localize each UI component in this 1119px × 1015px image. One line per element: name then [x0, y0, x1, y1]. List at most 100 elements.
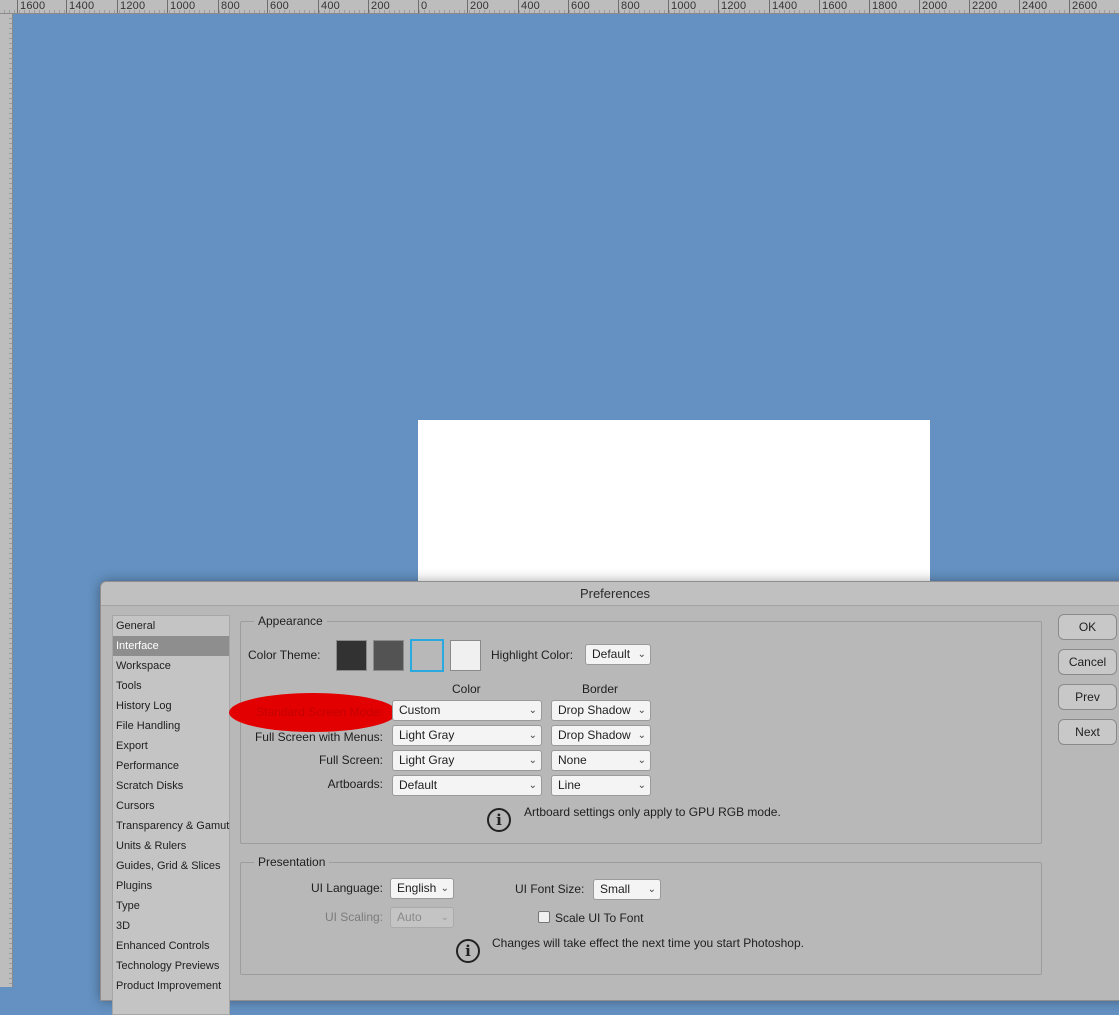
- standard-screen-mode-label: Standard Screen Mode:: [256, 705, 383, 719]
- chevron-down-icon: ⌄: [440, 912, 449, 923]
- sidebar-item-interface[interactable]: Interface: [113, 636, 229, 656]
- chevron-down-icon: ⌄: [440, 883, 449, 894]
- full-screen-with-menus-border-select[interactable]: Drop Shadow ⌄: [551, 725, 651, 746]
- ruler-tick-label: 2000: [919, 0, 947, 13]
- standard-screen-mode-border-value: Drop Shadow: [558, 703, 631, 717]
- sidebar-item-units-rulers[interactable]: Units & Rulers: [113, 836, 229, 856]
- scale-ui-to-font-label: Scale UI To Font: [555, 911, 644, 925]
- ruler-tick-label: 2400: [1019, 0, 1047, 13]
- standard-screen-mode-color-value: Custom: [399, 703, 441, 717]
- artboards-label: Artboards:: [327, 777, 383, 791]
- full-screen-label: Full Screen:: [318, 753, 383, 767]
- ruler-tick-label: 400: [518, 0, 540, 13]
- sidebar-item-enhanced-controls[interactable]: Enhanced Controls: [113, 936, 229, 956]
- chevron-down-icon: ⌄: [637, 730, 646, 741]
- ruler-tick-label: 1200: [718, 0, 746, 13]
- ruler-tick-label: 800: [618, 0, 640, 13]
- sidebar-item-product-improvement[interactable]: Product Improvement: [113, 976, 229, 996]
- standard-screen-mode-color-select[interactable]: Custom ⌄: [392, 700, 542, 721]
- chevron-down-icon: ⌄: [528, 730, 537, 741]
- ruler-tick-label: 1800: [869, 0, 897, 13]
- preferences-sidebar: General Interface Workspace Tools History Lo…: [112, 615, 230, 1015]
- sidebar-item-cursors[interactable]: Cursors: [113, 796, 229, 816]
- presentation-group-title: Presentation: [254, 855, 330, 869]
- artboards-color-select[interactable]: Default ⌄: [392, 775, 542, 796]
- ui-language-value: English: [397, 881, 437, 895]
- full-screen-border-select[interactable]: None ⌄: [551, 750, 651, 771]
- theme-swatch-dark[interactable]: [373, 640, 404, 671]
- artboards-color-value: Default: [399, 778, 438, 792]
- sidebar-item-scratch-disks[interactable]: Scratch Disks: [113, 776, 229, 796]
- info-icon: i: [456, 939, 480, 963]
- ruler-tick-label: 600: [568, 0, 590, 13]
- ruler-tick-label: 0: [418, 0, 427, 13]
- ui-language-select[interactable]: English ⌄: [390, 878, 454, 899]
- ruler-tick-label: 800: [218, 0, 240, 13]
- ruler-tick-label: 1400: [769, 0, 797, 13]
- full-screen-color-value: Light Gray: [399, 753, 455, 767]
- ruler-tick-label: 1000: [668, 0, 696, 13]
- vertical-ruler: [0, 14, 13, 987]
- artboard-note: Artboard settings only apply to GPU RGB …: [524, 805, 781, 819]
- sidebar-item-plugins[interactable]: Plugins: [113, 876, 229, 896]
- full-screen-border-value: None: [558, 753, 587, 767]
- artboards-border-select[interactable]: Line ⌄: [551, 775, 651, 796]
- full-screen-with-menus-label: Full Screen with Menus:: [254, 730, 383, 744]
- ui-font-size-value: Small: [600, 882, 631, 896]
- horizontal-ruler: 1600 1400 1200 1000 800 600 400 200 0 200 400 600 80…: [0, 0, 1119, 14]
- chevron-down-icon: ⌄: [637, 705, 646, 716]
- theme-swatch-medium[interactable]: [410, 639, 444, 672]
- sidebar-item-technology-previews[interactable]: Technology Previews: [113, 956, 229, 976]
- full-screen-color-select[interactable]: Light Gray ⌄: [392, 750, 542, 771]
- sidebar-item-3d[interactable]: 3D: [113, 916, 229, 936]
- sidebar-item-tools[interactable]: Tools: [113, 676, 229, 696]
- ruler-tick-label: 1000: [167, 0, 195, 13]
- sidebar-item-performance[interactable]: Performance: [113, 756, 229, 776]
- highlight-color-value: Default: [592, 647, 631, 661]
- ui-scaling-select: Auto ⌄: [390, 907, 454, 928]
- ruler-tick-label: 1400: [66, 0, 94, 13]
- border-column-header: Border: [582, 682, 619, 696]
- dialog-title: Preferences: [101, 582, 1119, 606]
- next-button[interactable]: Next: [1058, 719, 1117, 745]
- chevron-down-icon: ⌄: [528, 705, 537, 716]
- restart-note: Changes will take effect the next time y…: [492, 936, 804, 950]
- theme-swatch-light[interactable]: [450, 640, 481, 671]
- sidebar-item-general[interactable]: General: [113, 616, 229, 636]
- ui-scaling-label: UI Scaling:: [324, 910, 383, 924]
- color-theme-label: Color Theme:: [248, 648, 321, 662]
- highlight-color-label: Highlight Color:: [491, 648, 574, 662]
- chevron-down-icon: ⌄: [637, 780, 646, 791]
- sidebar-item-export[interactable]: Export: [113, 736, 229, 756]
- ui-font-size-select[interactable]: Small ⌄: [593, 879, 661, 900]
- ok-button[interactable]: OK: [1058, 614, 1117, 640]
- chevron-down-icon: ⌄: [637, 755, 646, 766]
- sidebar-item-guides-grid-slices[interactable]: Guides, Grid & Slices: [113, 856, 229, 876]
- scale-ui-to-font-checkbox[interactable]: [538, 911, 550, 923]
- ruler-tick-label: 1600: [819, 0, 847, 13]
- ruler-tick-label: 2600: [1069, 0, 1097, 13]
- highlight-color-select[interactable]: Default ⌄: [585, 644, 651, 665]
- ui-scaling-value: Auto: [397, 910, 422, 924]
- ui-language-label: UI Language:: [310, 881, 383, 895]
- ruler-tick-label: 1200: [117, 0, 145, 13]
- chevron-down-icon: ⌄: [647, 884, 656, 895]
- info-icon: i: [487, 808, 511, 832]
- ruler-tick-label: 200: [467, 0, 489, 13]
- ruler-tick-label: 400: [318, 0, 340, 13]
- chevron-down-icon: ⌄: [528, 780, 537, 791]
- sidebar-item-file-handling[interactable]: File Handling: [113, 716, 229, 736]
- chevron-down-icon: ⌄: [528, 755, 537, 766]
- theme-swatch-darkest[interactable]: [336, 640, 367, 671]
- ui-font-size-label: UI Font Size:: [515, 882, 585, 896]
- prev-button[interactable]: Prev: [1058, 684, 1117, 710]
- cancel-button[interactable]: Cancel: [1058, 649, 1117, 675]
- ruler-tick-label: 200: [368, 0, 390, 13]
- sidebar-item-transparency-gamut[interactable]: Transparency & Gamut: [113, 816, 229, 836]
- sidebar-item-workspace[interactable]: Workspace: [113, 656, 229, 676]
- full-screen-with-menus-color-select[interactable]: Light Gray ⌄: [392, 725, 542, 746]
- sidebar-item-type[interactable]: Type: [113, 896, 229, 916]
- ruler-tick-label: 600: [267, 0, 289, 13]
- standard-screen-mode-border-select[interactable]: Drop Shadow ⌄: [551, 700, 651, 721]
- sidebar-item-history-log[interactable]: History Log: [113, 696, 229, 716]
